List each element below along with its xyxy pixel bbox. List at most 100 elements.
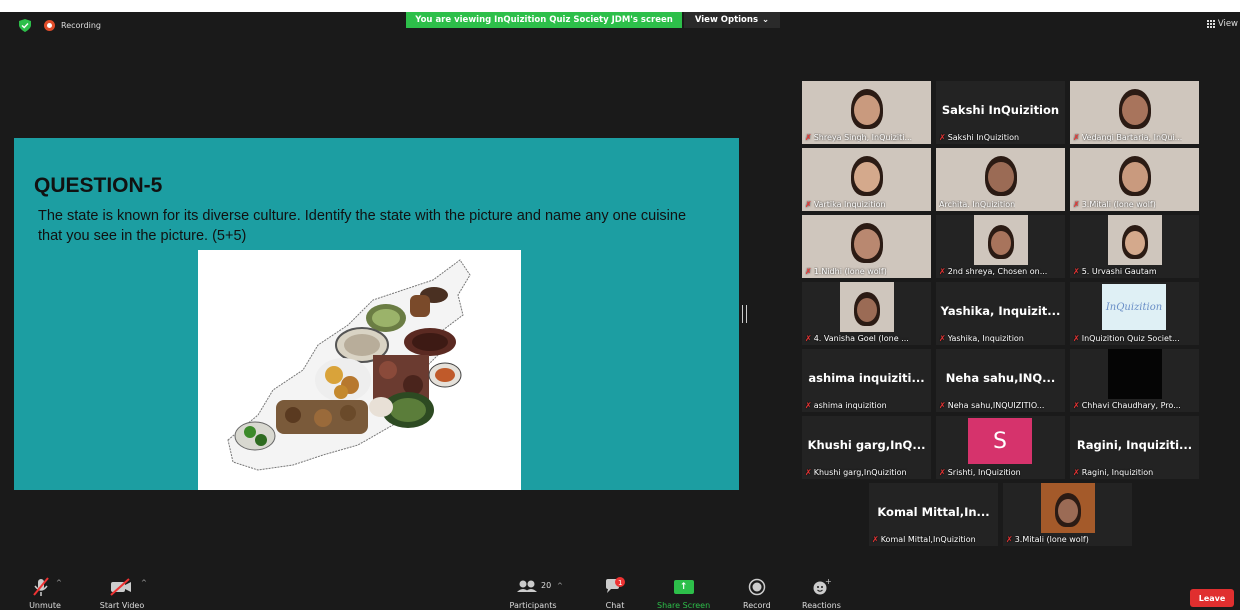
participants-count: 20 (541, 581, 551, 590)
record-button[interactable]: Record (743, 576, 771, 610)
participant-name: 4. Vanisha Goel (lone ... (813, 334, 909, 343)
recording-label: Recording (61, 21, 102, 30)
view-button[interactable]: View (1206, 19, 1238, 29)
share-screen-button[interactable]: ↑ Share Screen (657, 576, 710, 610)
participant-name: ashima inquizition (813, 401, 887, 410)
record-label: Record (743, 601, 771, 610)
start-video-button[interactable]: ^ Start Video (97, 576, 147, 610)
participants-icon: 20 ^ (503, 576, 563, 598)
participant-tile[interactable]: ✗ 5. Urvashi Gautam (1070, 215, 1199, 278)
grid-view-icon (1206, 20, 1215, 28)
mic-muted-icon: ✗ (1073, 401, 1080, 410)
participant-name-label: ✗ 2nd shreya, Chosen on... (939, 267, 1063, 276)
participant-tile[interactable]: Ragini, Inquiziti... ✗ Ragini, Inquizition (1070, 416, 1199, 479)
society-logo: InQuizition (1102, 284, 1166, 330)
record-icon (748, 576, 766, 598)
participant-name: Khushi garg,InQuizition (813, 468, 907, 477)
participant-name-label: ✗ Vartika Inquizition (805, 200, 929, 209)
meeting-toolbar: ^ Unmute ^ Start Video 20 ^ Participants… (0, 576, 1240, 610)
unmute-label: Unmute (29, 601, 61, 610)
participant-name-label: ✗ 4. Vanisha Goel (lone ... (805, 334, 929, 343)
participant-name-label: ✗ Sakshi InQuizition (939, 133, 1063, 142)
mic-muted-icon: ✗ (805, 200, 812, 209)
participant-name-label: ✗ Yashika, Inquizition (939, 334, 1063, 343)
chat-button[interactable]: 1 Chat (604, 576, 626, 610)
participant-name: 3.Mitali (lone wolf) (1014, 535, 1089, 544)
participant-display-name: Ragini, Inquiziti... (1076, 438, 1193, 452)
mic-muted-icon: ✗ (805, 468, 812, 477)
mic-muted-icon: ✗ (939, 401, 946, 410)
participant-name: InQuizition Quiz Societ... (1081, 334, 1180, 343)
participant-tile[interactable]: Neha sahu,INQ... ✗ Neha sahu,INQUIZITIO... (936, 349, 1065, 412)
leave-button[interactable]: Leave (1190, 589, 1234, 607)
participant-name-label: ✗ Khushi garg,InQuizition (805, 468, 929, 477)
participant-name-label: ✗ Neha sahu,INQUIZITIO... (939, 401, 1063, 410)
participant-tile[interactable]: Komal Mittal,In... ✗ Komal Mittal,InQuizit… (869, 483, 998, 546)
share-screen-icon: ↑ (673, 580, 694, 594)
panel-resize-handle[interactable] (742, 305, 747, 323)
shared-slide: QUESTION-5 The state is known for its di… (14, 138, 739, 490)
participant-name: Archita. InQuizition (939, 200, 1016, 209)
participant-name: Neha sahu,INQUIZITIO... (947, 401, 1045, 410)
mic-muted-icon: ✗ (939, 468, 946, 477)
view-label: View (1217, 19, 1238, 29)
chevron-down-icon: ⌄ (762, 15, 770, 25)
participant-tile[interactable]: Yashika, Inquizit... ✗ Yashika, Inquizitio… (936, 282, 1065, 345)
participant-tile[interactable]: ✗ Vedangi Bartaria, InQui... (1070, 81, 1199, 144)
video-off-icon: ^ (97, 576, 147, 598)
mic-muted-icon: ✗ (1073, 267, 1080, 276)
participant-tile[interactable]: ✗ Shreya Singh, InQuiziti... (802, 81, 931, 144)
svg-text:+: + (825, 578, 831, 586)
participant-name: Ragini, Inquizition (1081, 468, 1154, 477)
participant-tile[interactable]: ✗ Chhavi Chaudhary, Pro... (1070, 349, 1199, 412)
participant-tile[interactable]: S ✗ Srishti, InQuizition (936, 416, 1065, 479)
avatar: S (968, 418, 1032, 464)
participant-tile[interactable]: InQuizition ✗ InQuizition Quiz Societ... (1070, 282, 1199, 345)
participant-tile[interactable]: Archita. InQuizition (936, 148, 1065, 211)
participants-button[interactable]: 20 ^ Participants (503, 576, 563, 610)
chat-badge: 1 (618, 579, 622, 587)
participant-tile[interactable]: ✗ 3.Mitali (lone wolf) (1070, 148, 1199, 211)
mic-muted-icon: ✗ (872, 535, 879, 544)
mic-muted-icon: ✗ (1073, 133, 1080, 142)
participant-name: Chhavi Chaudhary, Pro... (1081, 401, 1181, 410)
participant-tile[interactable]: ✗ 1.Nidhi (lone wolf) (802, 215, 931, 278)
participant-name: Sakshi InQuizition (947, 133, 1020, 142)
participants-label: Participants (509, 601, 557, 610)
mic-muted-icon: ✗ (939, 133, 946, 142)
record-icon (44, 20, 55, 31)
participant-name: Yashika, Inquizition (947, 334, 1024, 343)
participant-name-label: ✗ 1.Nidhi (lone wolf) (805, 267, 929, 276)
svg-text:^: ^ (557, 582, 563, 590)
participant-tile[interactable]: Sakshi InQuizition ✗ Sakshi InQuizition (936, 81, 1065, 144)
participant-name-label: ✗ Komal Mittal,InQuizition (872, 535, 996, 544)
reactions-label: Reactions (802, 601, 841, 610)
participant-tile[interactable]: ✗ 3.Mitali (lone wolf) (1003, 483, 1132, 546)
participant-name-label: ✗ 3.Mitali (lone wolf) (1006, 535, 1130, 544)
participant-name: Komal Mittal,InQuizition (880, 535, 976, 544)
shield-icon[interactable] (19, 19, 31, 32)
recording-indicator[interactable]: Recording (44, 20, 101, 31)
participant-tile[interactable]: Khushi garg,InQ... ✗ Khushi garg,InQuiziti… (802, 416, 931, 479)
top-white-strip (0, 0, 1240, 12)
question-text: The state is known for its diverse cultu… (38, 208, 687, 244)
mic-muted-icon: ✗ (1006, 535, 1013, 544)
participant-name: 5. Urvashi Gautam (1081, 267, 1157, 276)
participant-tile[interactable]: ✗ 4. Vanisha Goel (lone ... (802, 282, 931, 345)
unmute-button[interactable]: ^ Unmute (28, 576, 62, 610)
participant-tile[interactable]: ✗ Vartika Inquizition (802, 148, 931, 211)
participant-tile[interactable]: ✗ 2nd shreya, Chosen on... (936, 215, 1065, 278)
mic-muted-icon: ✗ (1073, 334, 1080, 343)
view-options-label: View Options (694, 15, 759, 25)
chat-icon: 1 (604, 576, 626, 598)
reactions-button[interactable]: + Reactions (802, 576, 841, 610)
mic-muted-icon: ✗ (1073, 200, 1080, 209)
participant-name: 3.Mitali (lone wolf) (1081, 200, 1156, 209)
svg-text:^: ^ (56, 579, 62, 587)
mic-muted-icon: ✗ (805, 133, 812, 142)
participant-display-name: Sakshi InQuizition (941, 103, 1060, 117)
participant-display-name: Komal Mittal,In... (877, 505, 990, 519)
participant-name-label: ✗ Shreya Singh, InQuiziti... (805, 133, 929, 142)
view-options-button[interactable]: View Options ⌄ (684, 12, 780, 28)
participant-tile[interactable]: ashima inquiziti... ✗ ashima inquizition (802, 349, 931, 412)
